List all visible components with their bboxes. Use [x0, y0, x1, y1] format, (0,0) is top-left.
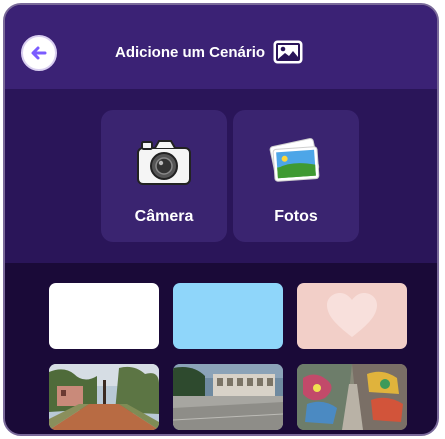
title-wrap: Adicione um Cenário: [115, 37, 303, 67]
backdrop-dialog: Adicione um Cenário Câmera Fotos: [3, 3, 439, 436]
backdrop-heart-tile[interactable]: [297, 283, 407, 349]
page-title: Adicione um Cenário: [115, 43, 266, 61]
backdrop-photo-rural-road[interactable]: [49, 364, 159, 430]
source-options: Câmera Fotos: [5, 89, 437, 263]
camera-label: Câmera: [134, 208, 194, 225]
arrow-left-icon: [31, 46, 47, 60]
photos-label: Fotos: [274, 208, 318, 225]
heart-icon: [327, 293, 377, 337]
photos-icon: [269, 138, 320, 182]
camera-icon: [137, 140, 191, 185]
backdrop-photo-graffiti-alley[interactable]: [297, 364, 407, 430]
dialog-header: Adicione um Cenário: [5, 5, 437, 89]
photos-button[interactable]: Fotos: [233, 110, 359, 242]
backdrop-blue-tile[interactable]: [173, 283, 283, 349]
back-button[interactable]: [21, 35, 57, 71]
camera-button[interactable]: Câmera: [101, 110, 227, 242]
image-icon: [273, 40, 303, 64]
backdrop-photo-courtyard[interactable]: [173, 364, 283, 430]
backdrop-library: [5, 263, 437, 434]
backdrop-white-tile[interactable]: [49, 283, 159, 349]
